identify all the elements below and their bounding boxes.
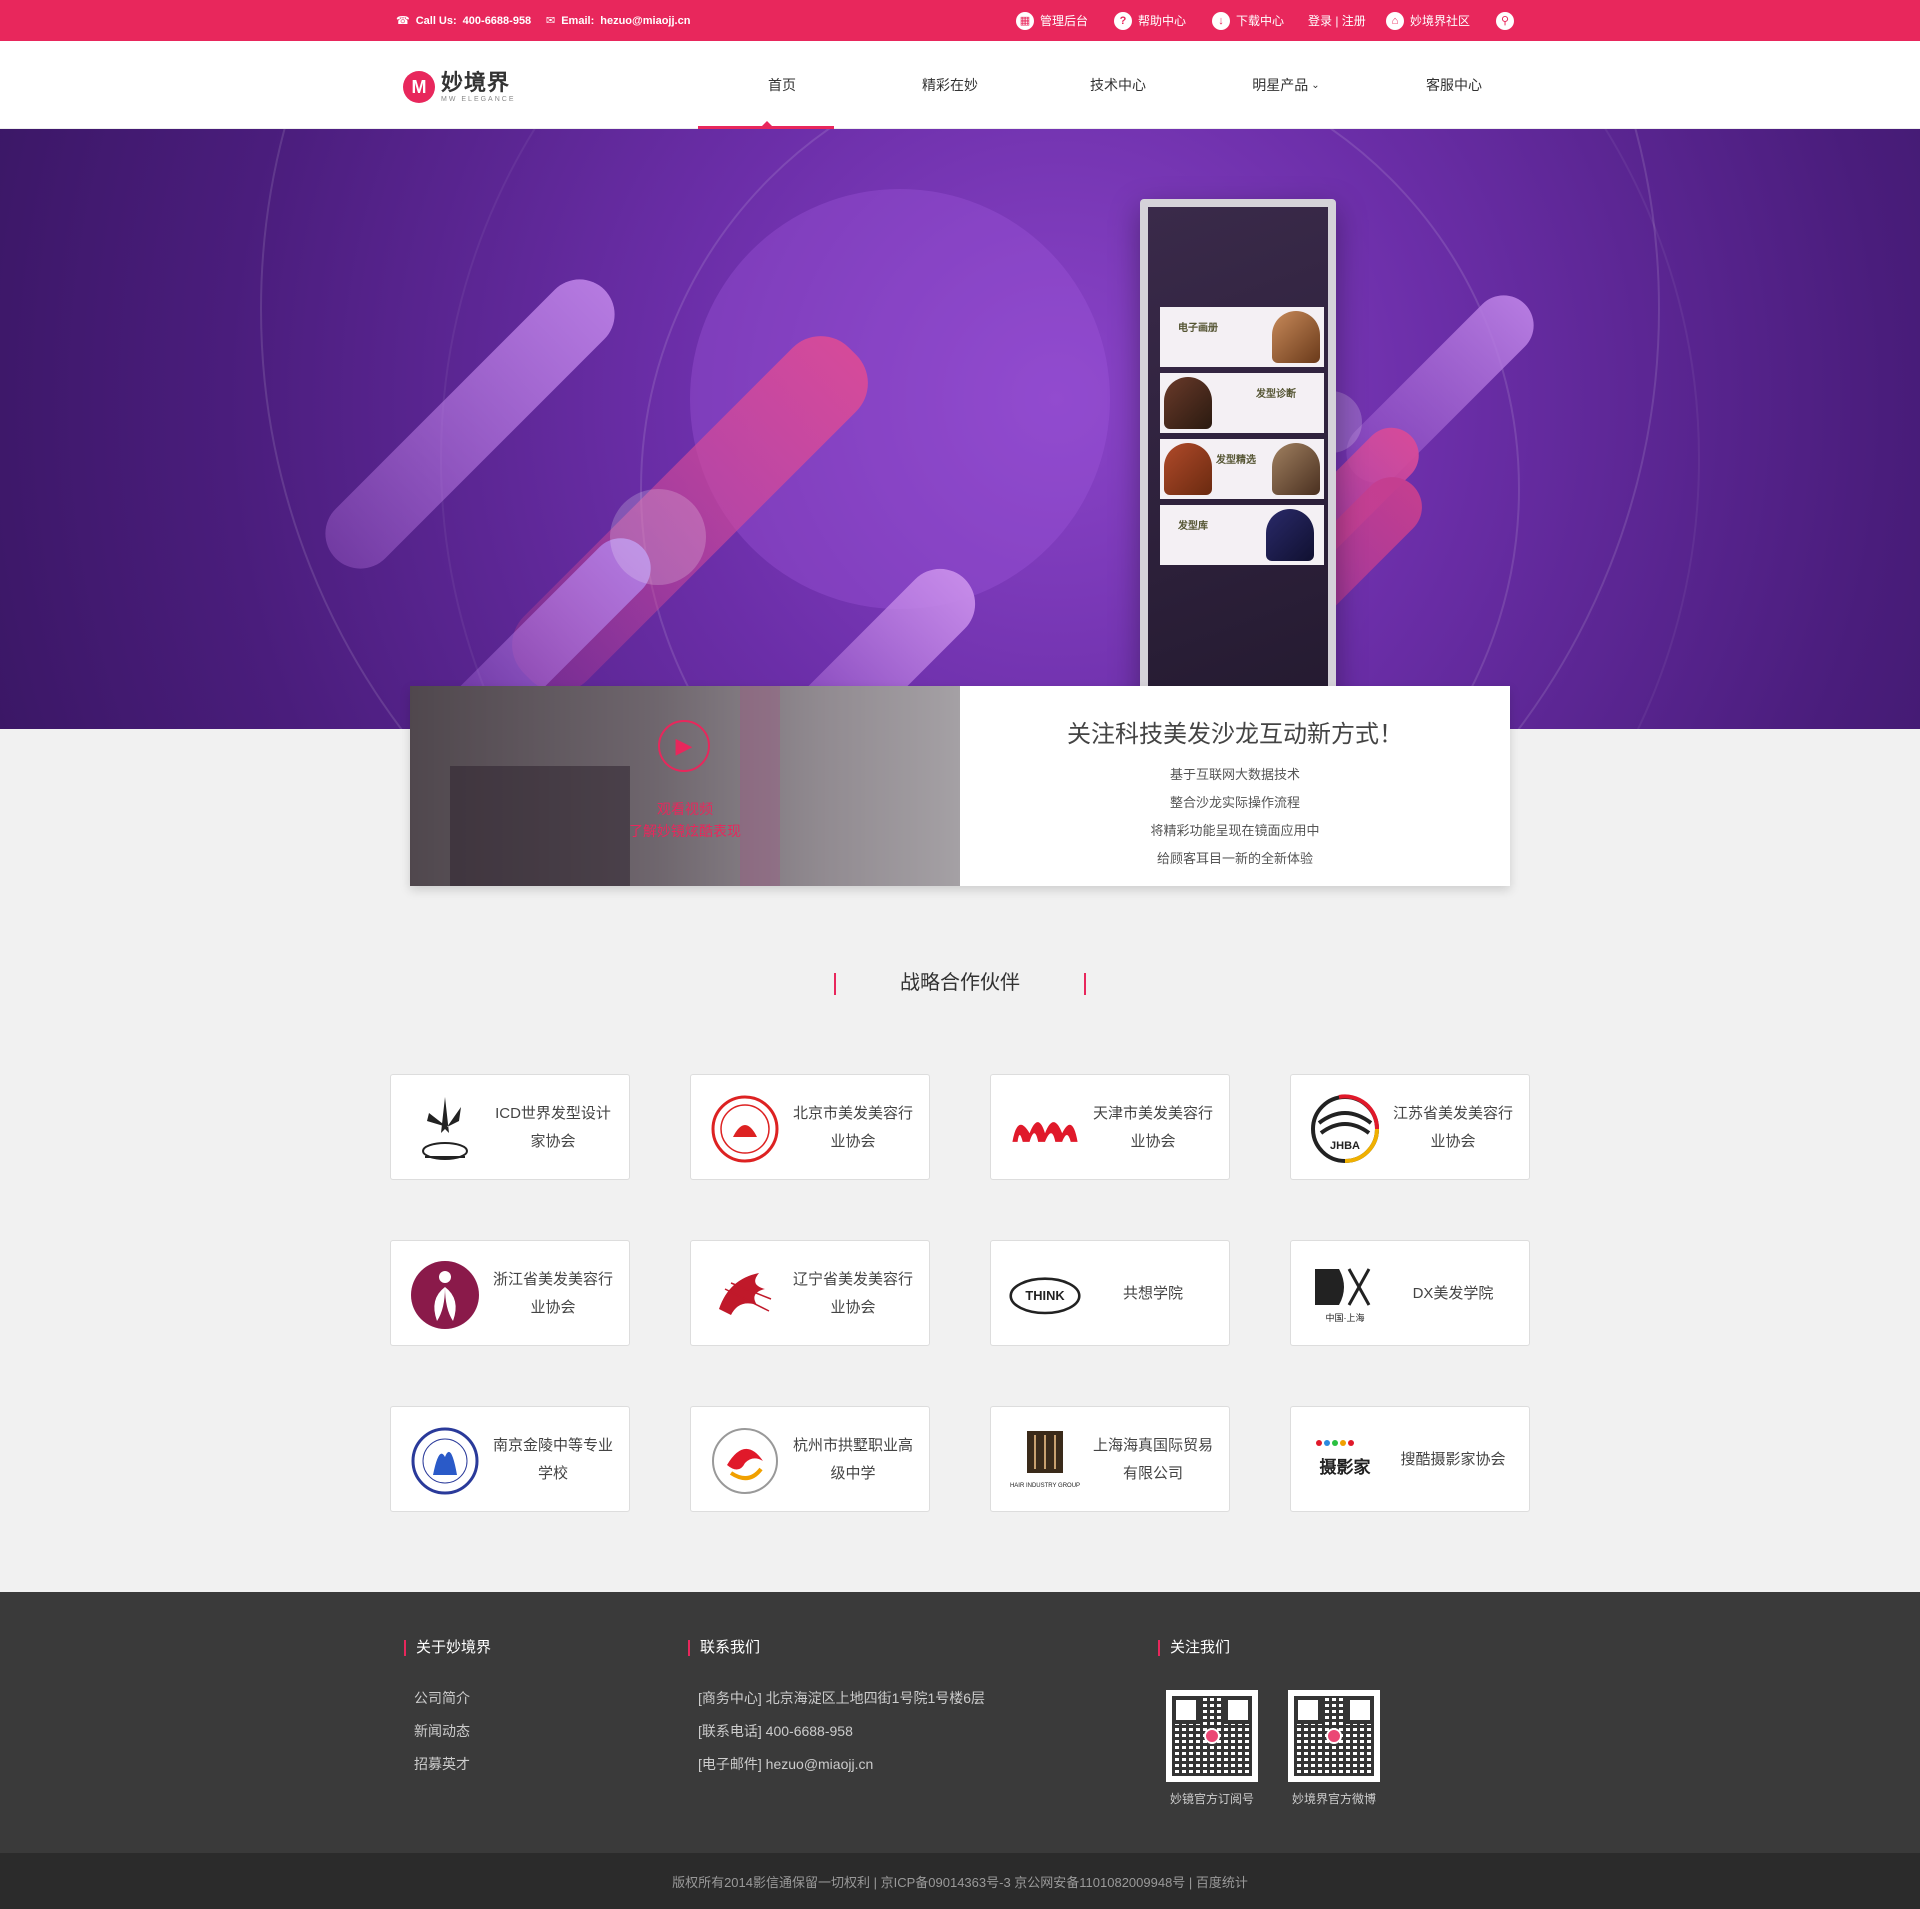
top-bar: ☎ Call Us: 400-6688-958 ✉ Email: hezuo@m…	[0, 0, 1920, 41]
question-icon: ?	[1114, 11, 1132, 30]
chevron-down-icon: ⌄	[1311, 79, 1320, 91]
mail-icon: ✉	[546, 15, 556, 27]
community-link[interactable]: ⌂ 妙境界社区	[1386, 0, 1470, 41]
partner-card[interactable]: ICD世界发型设计家协会	[390, 1074, 630, 1180]
model-photo	[1266, 509, 1314, 561]
kiosk-panel-selection: 发型精选	[1160, 439, 1324, 499]
footer-phone: [联系电话] 400-6688-958	[698, 1723, 853, 1739]
video-thumbnail[interactable]: ▶ 观看视频 了解妙镜炫酷表现	[410, 686, 960, 886]
partner-card[interactable]: 天津市美发美容行业协会	[990, 1074, 1230, 1180]
partner-logo	[1009, 1093, 1081, 1165]
nav-home[interactable]: 首页	[698, 41, 866, 129]
login-register-link[interactable]: 登录 | 注册	[1308, 0, 1366, 41]
grid-icon: ▦	[1016, 11, 1034, 30]
search-icon: ⚲	[1496, 11, 1514, 30]
footer-contact: 联系我们 [商务中心] 北京海淀区上地四街1号院1号楼6层 [联系电话] 400…	[688, 1640, 985, 1781]
partner-logo-text: JHBA	[1330, 1140, 1360, 1152]
main-header: M 妙境界 MW ELEGANCE 首页 精彩在妙 技术中心 明星产品 ⌄ 客服中…	[0, 41, 1920, 129]
partner-card[interactable]: 浙江省美发美容行业协会	[390, 1240, 630, 1346]
partner-card[interactable]: 中国·上海 DX美发学院	[1290, 1240, 1530, 1346]
nav-highlights[interactable]: 精彩在妙	[866, 41, 1034, 129]
footer-about: 关于妙境界 公司简介 新闻动态 招募英才	[404, 1640, 491, 1781]
partner-logo	[409, 1093, 481, 1165]
partner-card[interactable]: THINK 共想学院	[990, 1240, 1230, 1346]
email-link[interactable]: hezuo@miaojj.cn	[600, 15, 690, 27]
play-icon[interactable]: ▶	[658, 720, 710, 772]
partner-logo-text: 摄影家	[1320, 1457, 1371, 1478]
email-contact: ✉ Email: hezuo@miaojj.cn	[546, 14, 691, 28]
footer-follow: 关注我们	[1158, 1640, 1230, 1682]
logo-icon: M	[403, 71, 435, 103]
partner-logo: HAIR INDUSTRY GROUP	[1009, 1425, 1081, 1497]
nav-tech-center[interactable]: 技术中心	[1034, 41, 1202, 129]
partner-logo: THINK	[1009, 1259, 1081, 1331]
partner-card[interactable]: 摄影家 搜酷摄影家协会	[1290, 1406, 1530, 1512]
decor-bubble	[610, 489, 706, 585]
qr-code-weibo	[1288, 1690, 1380, 1782]
partner-logo: JHBA	[1309, 1093, 1381, 1165]
site-logo[interactable]: M 妙境界 MW ELEGANCE	[403, 67, 516, 107]
partner-logo-text: 中国·上海	[1326, 1312, 1365, 1323]
help-link[interactable]: ? 帮助中心	[1114, 0, 1186, 41]
video-line: 给顾客耳目一新的全新体验	[1156, 851, 1313, 866]
logo-tagline: MW ELEGANCE	[441, 95, 516, 103]
kiosk-device: 电子画册 发型诊断 发型精选 发型库	[1140, 199, 1336, 719]
video-line: 将精彩功能呈现在镜面应用中	[1150, 823, 1320, 838]
partner-logo-text: THINK	[1025, 1288, 1065, 1303]
qr-label: 妙镜官方订阅号	[1169, 1792, 1254, 1806]
partner-card[interactable]: 杭州市拱墅职业高级中学	[690, 1406, 930, 1512]
footer-link-news[interactable]: 新闻动态	[404, 1715, 491, 1748]
kiosk-screen: 电子画册 发型诊断 发型精选 发型库	[1148, 207, 1328, 711]
nav-customer-service[interactable]: 客服中心	[1370, 41, 1538, 129]
call-us: ☎ Call Us: 400-6688-958	[396, 14, 532, 28]
partner-card[interactable]: 北京市美发美容行业协会	[690, 1074, 930, 1180]
model-photo	[1272, 443, 1320, 495]
partner-logo	[409, 1259, 481, 1331]
main-nav: 首页 精彩在妙 技术中心 明星产品 ⌄ 客服中心	[698, 41, 1538, 129]
video-caption-line2: 了解妙镜炫酷表现	[629, 823, 741, 839]
video-feature-card: ▶ 观看视频 了解妙镜炫酷表现 关注科技美发沙龙互动新方式！ 基于互联网大数据技…	[410, 686, 1510, 886]
search-button[interactable]: ⚲	[1496, 0, 1514, 41]
video-title: 关注科技美发沙龙互动新方式！	[1067, 721, 1403, 748]
model-photo	[1164, 377, 1212, 429]
footer-address: [商务中心] 北京海淀区上地四街1号院1号楼6层	[698, 1690, 986, 1706]
partner-logo	[709, 1259, 781, 1331]
site-footer: 关于妙境界 公司简介 新闻动态 招募英才 联系我们 [商务中心] 北京海淀区上地…	[0, 1592, 1920, 1853]
partner-logo	[709, 1093, 781, 1165]
video-line: 基于互联网大数据技术	[1169, 767, 1300, 782]
home-icon: ⌂	[1386, 11, 1404, 30]
kiosk-panel-library: 发型库	[1160, 505, 1324, 565]
partner-logo-text: HAIR INDUSTRY GROUP	[1010, 1483, 1080, 1489]
kiosk-panel-album: 电子画册	[1160, 307, 1324, 367]
partner-logo: 摄影家	[1309, 1425, 1381, 1497]
partner-logo: 中国·上海	[1309, 1259, 1381, 1331]
hero-banner: 电子画册 发型诊断 发型精选 发型库	[0, 129, 1920, 729]
model-photo	[1272, 311, 1320, 363]
partner-card[interactable]: 辽宁省美发美容行业协会	[690, 1240, 930, 1346]
footer-link-careers[interactable]: 招募英才	[404, 1748, 491, 1781]
footer-link-company[interactable]: 公司简介	[404, 1682, 491, 1715]
partners-heading: 战略合作伙伴	[0, 966, 1920, 995]
video-line: 整合沙龙实际操作流程	[1169, 795, 1300, 810]
partner-logo	[709, 1425, 781, 1497]
partner-card[interactable]: 南京金陵中等专业学校	[390, 1406, 630, 1512]
copyright-bar: 版权所有2014影信通保留一切权利 | 京ICP备09014363号-3 京公网…	[0, 1853, 1920, 1909]
partner-card[interactable]: JHBA 江苏省美发美容行业协会	[1290, 1074, 1530, 1180]
nav-products[interactable]: 明星产品 ⌄	[1202, 41, 1370, 129]
download-link[interactable]: ↓ 下载中心	[1212, 0, 1284, 41]
qr-code-subscription	[1166, 1690, 1258, 1782]
partner-card[interactable]: HAIR INDUSTRY GROUP 上海海真国际贸易有限公司	[990, 1406, 1230, 1512]
phone-icon: ☎	[396, 15, 410, 27]
partner-logo	[409, 1425, 481, 1497]
video-caption-line1: 观看视频	[657, 801, 713, 817]
admin-link[interactable]: ▦ 管理后台	[1016, 0, 1088, 41]
logo-name: 妙境界	[441, 69, 511, 95]
footer-email[interactable]: [电子邮件] hezuo@miaojj.cn	[688, 1748, 985, 1781]
kiosk-panel-diagnosis: 发型诊断	[1160, 373, 1324, 433]
model-photo	[1164, 443, 1212, 495]
video-description: 关注科技美发沙龙互动新方式！ 基于互联网大数据技术 整合沙龙实际操作流程 将精彩…	[960, 686, 1510, 886]
qr-label: 妙境界官方微博	[1291, 1792, 1376, 1806]
download-icon: ↓	[1212, 11, 1230, 30]
